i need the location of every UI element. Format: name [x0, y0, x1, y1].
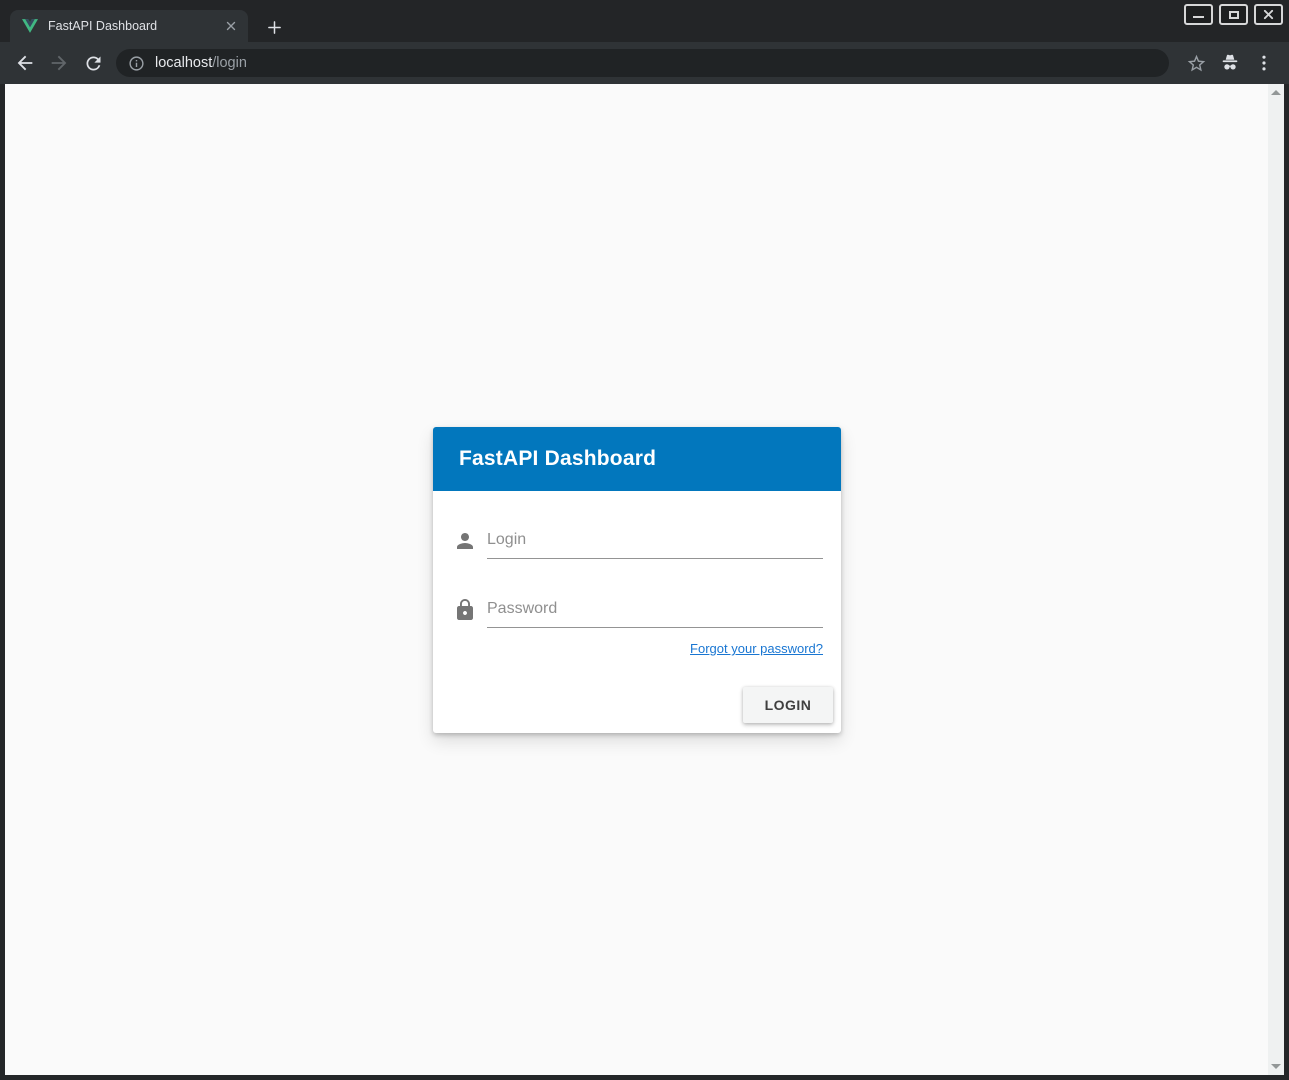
site-info-icon[interactable] [128, 55, 145, 72]
tab-title: FastAPI Dashboard [48, 19, 222, 33]
password-input[interactable] [487, 596, 823, 628]
incognito-icon [1213, 46, 1247, 80]
login-card-body: Forgot your password? LOGIN [433, 491, 841, 733]
page-scrollbar[interactable] [1268, 84, 1284, 1075]
url-text: localhost/login [155, 55, 247, 71]
browser-toolbar: localhost/login [0, 42, 1289, 84]
lock-icon [453, 598, 477, 622]
tab-close-icon[interactable] [222, 17, 240, 35]
login-input[interactable] [487, 527, 823, 559]
address-bar[interactable]: localhost/login [116, 49, 1169, 77]
window-controls [1184, 4, 1283, 25]
back-icon[interactable] [8, 46, 42, 80]
maximize-icon[interactable] [1219, 4, 1248, 25]
browser-window: FastAPI Dashboard [0, 0, 1289, 1080]
login-card: FastAPI Dashboard Forgot your passwo [433, 427, 841, 733]
login-card-title: FastAPI Dashboard [459, 447, 656, 471]
menu-dots-icon[interactable] [1247, 46, 1281, 80]
login-button[interactable]: LOGIN [743, 687, 833, 723]
forgot-password-row: Forgot your password? [433, 641, 841, 657]
new-tab-icon[interactable] [262, 15, 286, 39]
login-card-header: FastAPI Dashboard [433, 427, 841, 491]
titlebar: FastAPI Dashboard [0, 0, 1289, 42]
password-field-row [433, 596, 841, 628]
card-actions: LOGIN [433, 687, 841, 723]
url-path: /login [212, 55, 247, 71]
person-icon [453, 529, 477, 553]
url-host: localhost [155, 55, 212, 71]
bookmark-star-icon[interactable] [1179, 46, 1213, 80]
login-field-row [433, 527, 841, 559]
minimize-icon[interactable] [1184, 4, 1213, 25]
reload-icon[interactable] [76, 46, 110, 80]
vue-logo-icon [22, 18, 38, 34]
scroll-up-icon[interactable] [1271, 90, 1281, 95]
page-content: FastAPI Dashboard Forgot your passwo [5, 84, 1284, 1075]
forward-icon[interactable] [42, 46, 76, 80]
browser-tab[interactable]: FastAPI Dashboard [10, 10, 248, 42]
forgot-password-link[interactable]: Forgot your password? [690, 641, 823, 656]
close-icon[interactable] [1254, 4, 1283, 25]
scroll-down-icon[interactable] [1271, 1064, 1281, 1069]
